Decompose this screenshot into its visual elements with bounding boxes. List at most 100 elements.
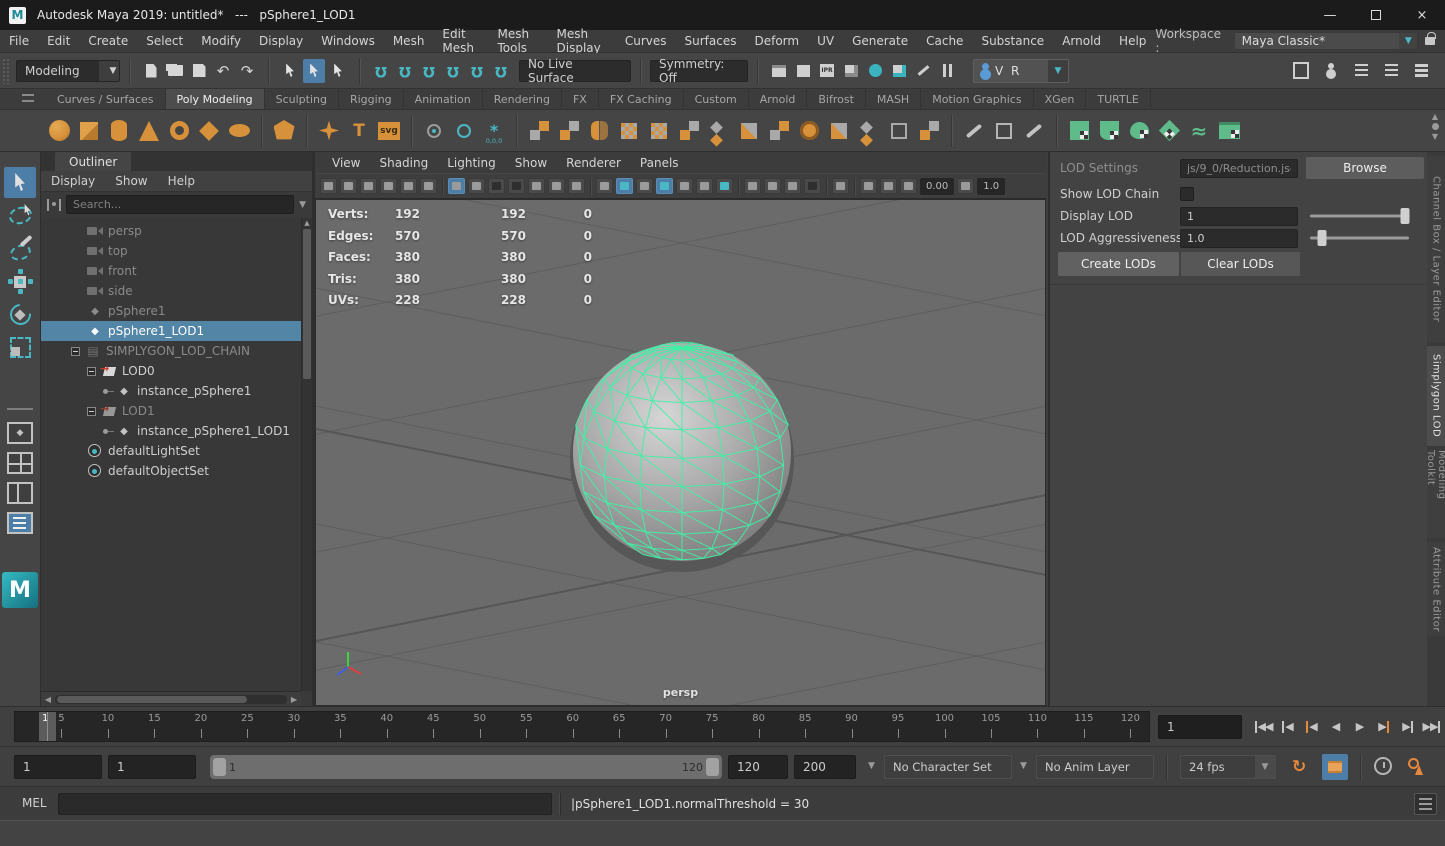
scrollbar-thumb[interactable] bbox=[303, 229, 311, 379]
exposure-icon[interactable] bbox=[900, 178, 917, 194]
outliner-tab[interactable]: Outliner bbox=[55, 152, 131, 171]
field-chart-icon[interactable] bbox=[528, 178, 545, 194]
menu-create[interactable]: Create bbox=[79, 34, 137, 48]
uv-editor-icon[interactable] bbox=[1216, 117, 1242, 145]
quad-draw-icon[interactable] bbox=[1021, 117, 1047, 145]
move-tool[interactable] bbox=[4, 266, 36, 297]
chevron-down-icon[interactable]: ▼ bbox=[868, 761, 875, 771]
expander-icon[interactable] bbox=[87, 367, 96, 376]
menu-help[interactable]: Help bbox=[1110, 34, 1155, 48]
gamma-icon[interactable] bbox=[957, 178, 974, 194]
outliner-item-lod0[interactable]: LOD0 bbox=[41, 361, 301, 381]
step-back-frame-button[interactable]: ◀ bbox=[1276, 712, 1299, 741]
render-frame-icon[interactable] bbox=[792, 59, 814, 83]
triangulate-icon[interactable] bbox=[826, 117, 852, 145]
outliner-item-instance-psphere1-lod1[interactable]: instance_pSphere1_LOD1 bbox=[41, 421, 301, 441]
outliner-item-side[interactable]: side bbox=[41, 281, 301, 301]
poly-torus-icon[interactable] bbox=[166, 117, 192, 145]
shelf-tab-fx-caching[interactable]: FX Caching bbox=[599, 89, 684, 109]
play-forwards-button[interactable]: ▶ bbox=[1348, 712, 1371, 741]
two-d-pan-zoom-icon[interactable] bbox=[400, 178, 417, 194]
step-forward-key-button[interactable]: ▶ bbox=[1372, 712, 1395, 741]
outliner-menu-show[interactable]: Show bbox=[115, 174, 147, 188]
unfold-uvs-icon[interactable]: ≈ bbox=[1186, 117, 1212, 145]
outliner-vscrollbar[interactable]: ▲ bbox=[301, 218, 312, 691]
menu-generate[interactable]: Generate bbox=[843, 34, 917, 48]
undo-icon[interactable] bbox=[212, 59, 234, 83]
outliner-item-top[interactable]: top bbox=[41, 241, 301, 261]
planar-mapping-icon[interactable] bbox=[1066, 117, 1092, 145]
subdivide-icon[interactable] bbox=[646, 117, 672, 145]
svg-import-icon[interactable]: svg bbox=[376, 117, 402, 145]
chevron-down-icon[interactable]: ▼ bbox=[1020, 761, 1027, 771]
select-tool[interactable] bbox=[4, 167, 36, 198]
scale-tool[interactable] bbox=[4, 332, 36, 363]
menu-curves[interactable]: Curves bbox=[616, 34, 676, 48]
fps-dropdown[interactable]: 24 fps ▼ bbox=[1180, 755, 1276, 779]
browse-button[interactable]: Browse bbox=[1306, 157, 1424, 179]
sidebar-tab-attribute-editor[interactable]: Attribute Editor bbox=[1427, 542, 1445, 636]
shelf-tab-poly-modeling[interactable]: Poly Modeling bbox=[166, 89, 265, 109]
super-shape-icon[interactable] bbox=[316, 117, 342, 145]
lock-workspace-icon[interactable] bbox=[1425, 37, 1435, 45]
menu-substance[interactable]: Substance bbox=[972, 34, 1053, 48]
menu-mesh[interactable]: Mesh bbox=[384, 34, 434, 48]
scrollbar-thumb[interactable] bbox=[57, 696, 247, 703]
shelf-tab-arnold[interactable]: Arnold bbox=[749, 89, 808, 109]
render-setup-icon[interactable] bbox=[888, 59, 910, 83]
isolate-select-icon[interactable] bbox=[832, 178, 849, 194]
lod-aggressiveness-slider[interactable] bbox=[1310, 229, 1409, 247]
close-button[interactable]: × bbox=[1399, 0, 1445, 30]
menu-edit-mesh[interactable]: Edit Mesh bbox=[433, 27, 488, 55]
bridge-icon[interactable] bbox=[766, 117, 792, 145]
poly-type-text-icon[interactable]: T bbox=[346, 117, 372, 145]
shelf-tab-animation[interactable]: Animation bbox=[404, 89, 483, 109]
multi-cut-icon[interactable] bbox=[856, 117, 882, 145]
pause-viewport-icon[interactable] bbox=[936, 59, 958, 83]
grip-handle[interactable] bbox=[2, 58, 10, 84]
sidebar-tab-channel-box-layer-editor[interactable]: Channel Box / Layer Editor bbox=[1427, 156, 1445, 342]
slider-handle[interactable] bbox=[1401, 208, 1410, 224]
bevel-icon[interactable] bbox=[736, 117, 762, 145]
script-editor-icon[interactable] bbox=[1414, 793, 1437, 815]
camera-bookmark-icon[interactable] bbox=[360, 178, 377, 194]
snap-to-curve-icon[interactable] bbox=[394, 59, 416, 83]
camera-attributes-icon[interactable] bbox=[340, 178, 357, 194]
layout-two-pane[interactable] bbox=[7, 482, 33, 504]
scroll-down-icon[interactable]: ▼ bbox=[1432, 132, 1438, 141]
xray-icon[interactable] bbox=[860, 178, 877, 194]
poly-plane-icon[interactable] bbox=[196, 117, 222, 145]
sidebar-tab-modeling-toolkit[interactable]: Modeling Toolkit bbox=[1427, 450, 1445, 538]
chevron-down-icon[interactable]: ▼ bbox=[299, 200, 306, 210]
viewport-canvas[interactable]: Verts:1921920Edges:5705700Faces:3803800T… bbox=[315, 199, 1046, 706]
menu-display[interactable]: Display bbox=[250, 34, 312, 48]
rotate-tool[interactable] bbox=[4, 299, 36, 330]
scroll-right-icon[interactable]: ▶ bbox=[287, 695, 301, 704]
snap-to-grid-icon[interactable] bbox=[370, 59, 392, 83]
poly-cylinder-icon[interactable] bbox=[106, 117, 132, 145]
viewport-menu-view[interactable]: View bbox=[324, 156, 368, 170]
menu-mesh-display[interactable]: Mesh Display bbox=[548, 27, 616, 55]
use-default-material-icon[interactable] bbox=[676, 178, 693, 194]
animation-start-field[interactable] bbox=[14, 755, 102, 779]
ipr-render-icon[interactable] bbox=[816, 59, 838, 83]
shelf-tab-xgen[interactable]: XGen bbox=[1034, 89, 1087, 109]
outliner-menu-help[interactable]: Help bbox=[168, 174, 195, 188]
scroll-up-icon[interactable]: ▲ bbox=[1432, 112, 1438, 121]
sidebar-tab-simplygon-lod[interactable]: Simplygon LOD bbox=[1427, 346, 1445, 446]
minimize-button[interactable]: — bbox=[1307, 0, 1353, 30]
show-lod-chain-checkbox[interactable] bbox=[1180, 187, 1194, 201]
select-by-component-icon[interactable] bbox=[327, 59, 349, 83]
bounding-box-icon[interactable] bbox=[636, 178, 653, 194]
shelf-tab-bifrost[interactable]: Bifrost bbox=[807, 89, 866, 109]
menu-select[interactable]: Select bbox=[137, 34, 192, 48]
spherical-mapping-icon[interactable] bbox=[1126, 117, 1152, 145]
outliner-item-simplygon-lod-chain[interactable]: SIMPLYGON_LOD_CHAIN bbox=[41, 341, 301, 361]
separate-icon[interactable] bbox=[556, 117, 582, 145]
outliner-item-defaultobjectset[interactable]: defaultObjectSet bbox=[41, 461, 301, 481]
vr-dropdown[interactable]: V R ▼ bbox=[973, 59, 1069, 83]
snap-to-origin-icon[interactable]: *0,0,0 bbox=[481, 117, 507, 145]
shelf-tab-custom[interactable]: Custom bbox=[684, 89, 749, 109]
animation-preferences-icon[interactable] bbox=[1374, 757, 1392, 775]
exposure-value[interactable]: 0.00 bbox=[920, 178, 954, 195]
